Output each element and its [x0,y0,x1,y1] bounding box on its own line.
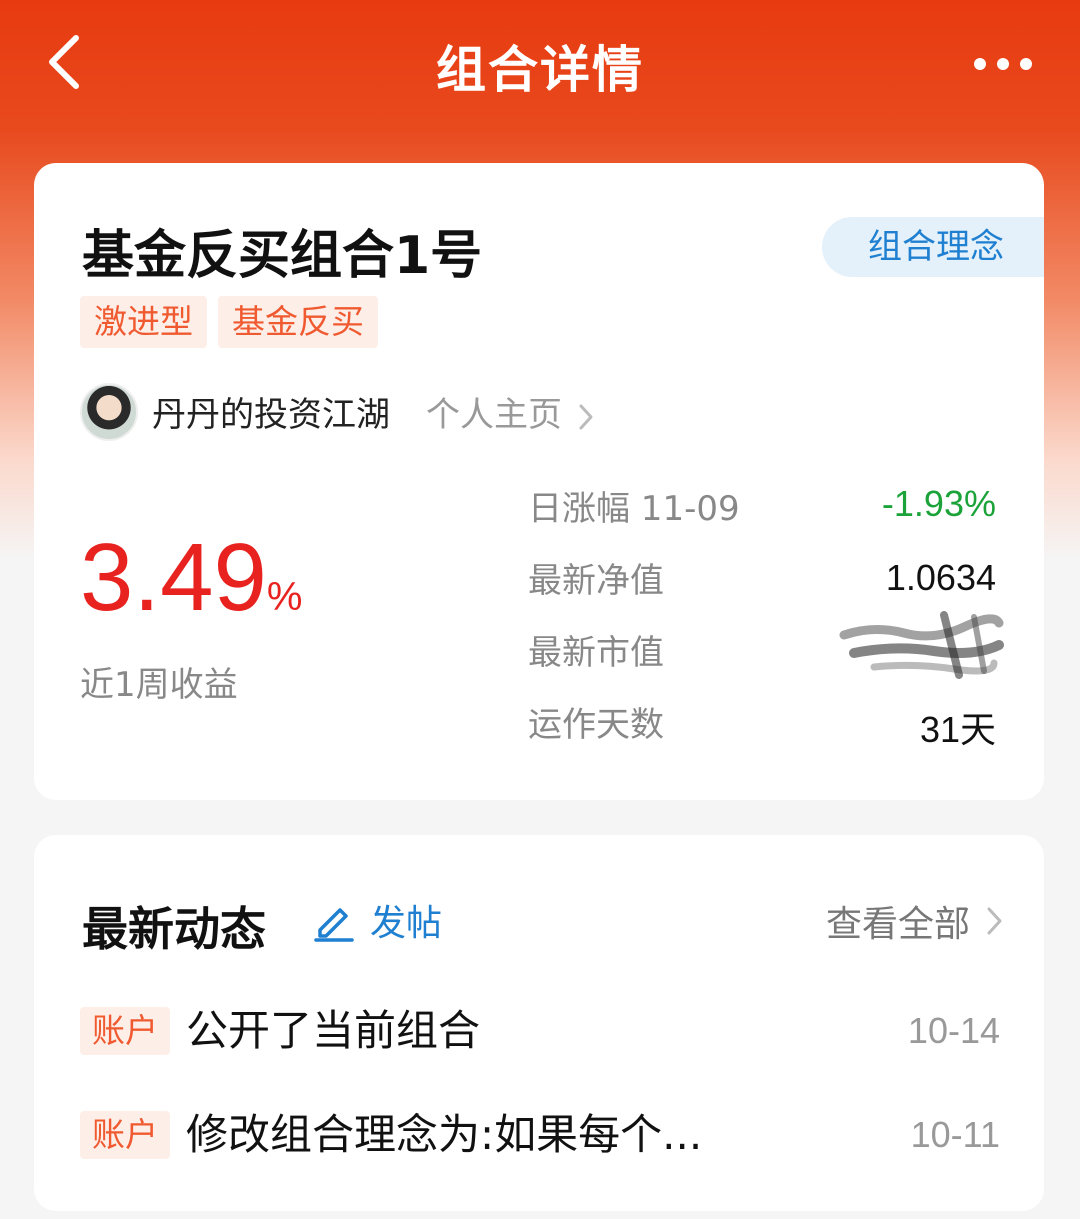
weekly-return-unit: % [266,575,303,619]
avatar[interactable] [80,383,138,441]
author-name[interactable]: 丹丹的投资江湖 [152,387,390,436]
feed-tag: 账户 [80,1111,170,1159]
strategy-tag: 基金反买 [218,296,378,348]
post-button[interactable]: 发帖 [312,895,442,945]
more-icon[interactable] [968,50,1038,78]
daily-change-label: 日涨幅 11-09 [528,489,740,529]
running-days-value: 31天 [919,709,996,750]
edit-pencil-icon [314,908,354,942]
feed-date: 10-14 [907,1010,1000,1051]
view-all-label: 查看全部 [825,904,970,945]
feed-date: 10-11 [910,1114,1000,1155]
feed-title: 最新动态 [82,902,266,956]
weekly-return-label: 近1周收益 [80,665,238,705]
view-all-link[interactable]: 查看全部 [826,895,1004,947]
daily-change-value: -1.93% [881,483,996,524]
homepage-link-label: 个人主页 [426,395,562,435]
weekly-return: 3.49% [80,523,302,652]
feed-tag: 账户 [80,1007,170,1055]
running-days-label: 运作天数 [528,705,664,745]
post-button-label: 发帖 [370,903,443,944]
nav-label: 最新净值 [528,561,664,601]
homepage-link[interactable]: 个人主页 [426,387,595,436]
page-title: 组合详情 [436,41,644,99]
concept-button[interactable]: 组合理念 [822,217,1044,277]
feed-card: 最新动态 发帖 查看全部 账户 公开了当前组合 10-14 账户 修改组合理念为… [34,835,1044,1211]
feed-text: 公开了当前组合 [186,1006,481,1055]
list-item[interactable]: 账户 修改组合理念为:如果每个... 10-11 [80,1105,1000,1165]
redacted-scribble [839,611,1004,679]
portfolio-card: 基金反买组合1号 组合理念 激进型 基金反买 丹丹的投资江湖 个人主页 3.49… [34,163,1044,800]
chevron-right-icon [579,404,593,429]
navbar: 组合详情 [0,0,1080,130]
feed-text: 修改组合理念为:如果每个... [186,1110,703,1159]
market-value-label: 最新市值 [528,633,664,673]
risk-tag: 激进型 [80,296,207,348]
weekly-return-number: 3.49 [80,524,267,631]
portfolio-name: 基金反买组合1号 [82,226,483,286]
chevron-right-icon [987,907,1002,935]
list-item[interactable]: 账户 公开了当前组合 10-14 [80,1001,1000,1061]
nav-value: 1.0634 [885,557,996,598]
